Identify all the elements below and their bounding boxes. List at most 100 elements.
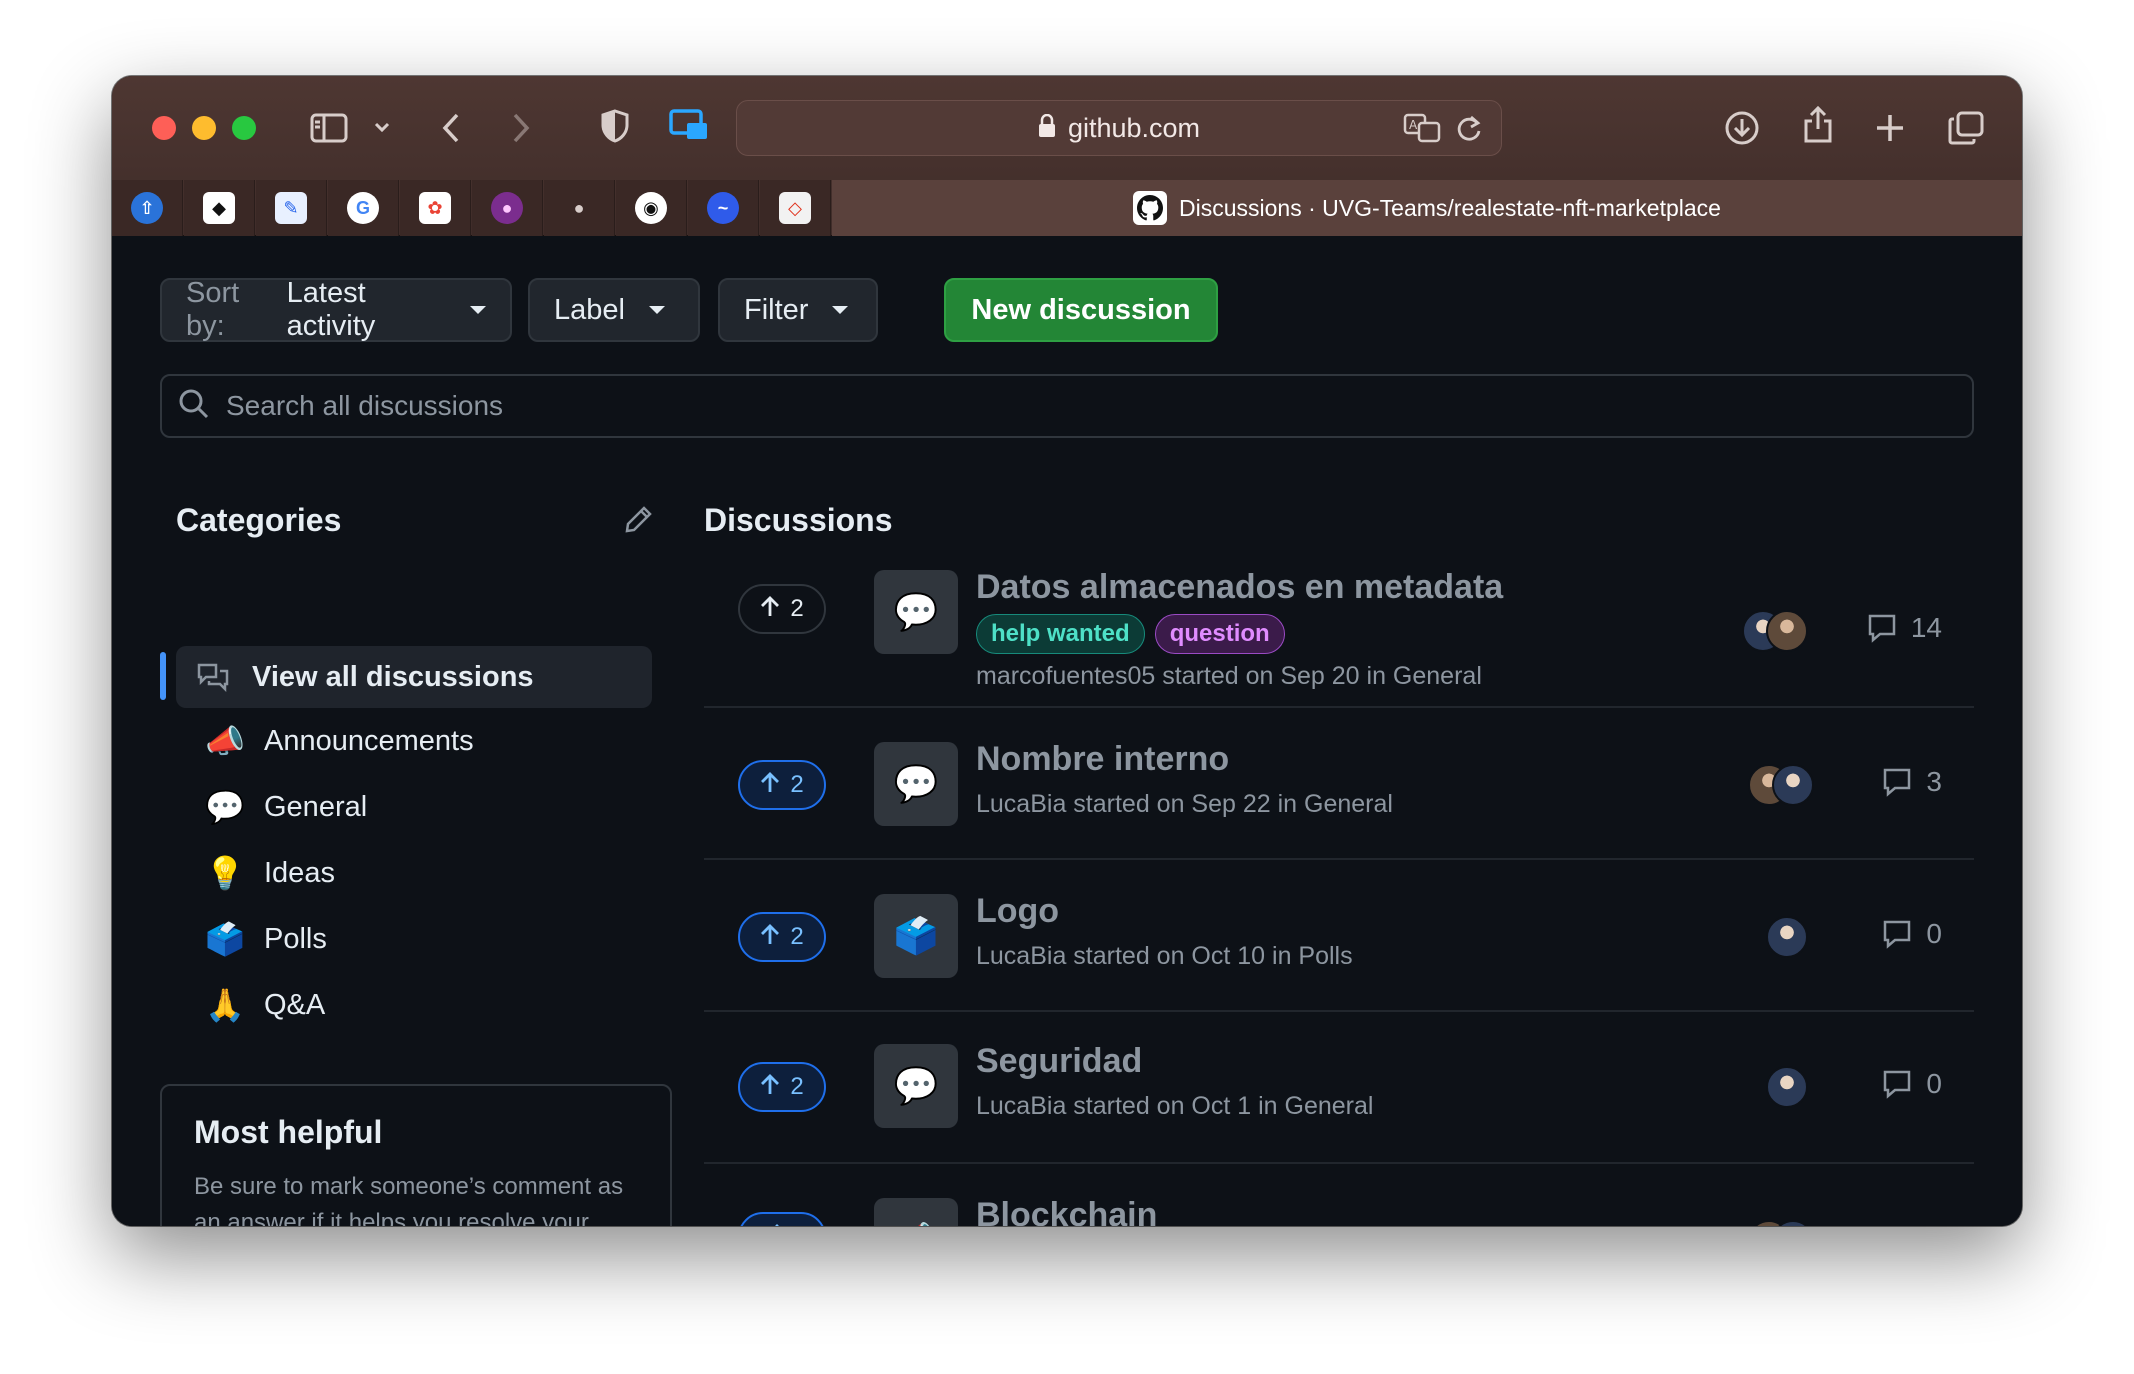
github-icon (1133, 191, 1168, 225)
most-helpful-title: Most helpful (194, 1114, 383, 1150)
caret-down-icon (832, 306, 849, 314)
label-question[interactable]: question (1154, 614, 1285, 654)
avatar[interactable] (1766, 1066, 1808, 1108)
new-tab-icon[interactable] (1872, 106, 1908, 150)
search-input[interactable] (226, 390, 1926, 422)
discussion-title[interactable]: Seguridad (976, 1042, 1142, 1081)
megaphone-icon: 📣 (874, 1198, 958, 1226)
pinned-tab[interactable]: ● (544, 180, 615, 236)
upvote-button[interactable] (738, 1212, 826, 1226)
ballot-box-icon: 🗳️ (205, 921, 245, 957)
discussion-row[interactable]: 2 💬 Nombre interno LucaBia started on Se… (704, 710, 1974, 860)
discussion-title[interactable]: Blockchain (976, 1196, 1157, 1226)
comment-count[interactable]: 14 (1867, 612, 1942, 644)
comment-count[interactable]: 0 (1882, 1068, 1942, 1100)
photos-favicon-icon: ✿ (419, 192, 451, 224)
pinned-tab[interactable]: ✎ (256, 180, 327, 236)
category-label: View all discussions (252, 660, 534, 693)
share-icon[interactable] (1798, 102, 1838, 146)
pinned-tab[interactable]: ◉ (616, 180, 687, 236)
close-window-button[interactable] (152, 116, 176, 140)
messenger-favicon-icon: ~ (707, 192, 739, 224)
upvote-button[interactable]: 2 (738, 760, 826, 810)
vote-count: 2 (790, 771, 804, 798)
svg-text:A: A (1409, 118, 1418, 132)
speech-balloon-icon: 💬 (874, 570, 958, 654)
comment-count-value: 3 (1926, 766, 1942, 797)
active-tab[interactable]: Discussions · UVG-Teams/realestate-nft-m… (832, 180, 2022, 236)
new-discussion-button[interactable]: New discussion (944, 278, 1218, 342)
arrow-up-icon (760, 1073, 780, 1102)
discussion-title[interactable]: Datos almacenados en metadata (976, 568, 1503, 607)
discussion-row[interactable]: 📣 Blockchain (704, 1166, 1974, 1226)
speech-balloon-icon: 💬 (874, 742, 958, 826)
discussion-title[interactable]: Nombre interno (976, 740, 1229, 779)
address-bar[interactable]: github.com A (736, 100, 1502, 156)
back-icon[interactable] (436, 106, 466, 150)
arrow-up-icon (760, 771, 780, 800)
reload-icon[interactable] (1455, 113, 1483, 148)
category-polls[interactable]: 🗳️ Polls (176, 908, 652, 970)
downloads-icon[interactable] (1722, 106, 1762, 150)
arrow-up-icon (760, 923, 780, 952)
category-general[interactable]: 💬 General (176, 776, 652, 838)
chevron-down-icon[interactable] (370, 112, 394, 142)
category-label: Ideas (264, 856, 335, 889)
most-helpful-text: Be sure to mark someone’s comment as an … (194, 1173, 624, 1226)
discussion-row[interactable]: 2 💬 Datos almacenados en metadata help w… (704, 552, 1974, 708)
zoom-window-button[interactable] (232, 116, 256, 140)
comment-count-value: 0 (1926, 1068, 1942, 1099)
screen-mirror-icon[interactable] (668, 104, 710, 148)
comment-count[interactable]: 0 (1882, 918, 1942, 950)
upvote-button[interactable]: 2 (738, 912, 826, 962)
filter-dropdown[interactable]: Filter (718, 278, 878, 342)
category-label: Polls (264, 922, 327, 955)
avatar[interactable] (1766, 610, 1808, 652)
upvote-button[interactable]: 2 (738, 1062, 826, 1112)
avatar[interactable] (1766, 916, 1808, 958)
discussion-row[interactable]: 2 💬 Seguridad LucaBia started on Oct 1 i… (704, 1014, 1974, 1164)
search-bar[interactable] (160, 374, 1974, 438)
apple-favicon-icon: ● (573, 197, 585, 218)
label-button-text: Label (554, 293, 625, 326)
tab-overview-icon[interactable] (1946, 106, 1986, 150)
browser-window: github.com A ⇧ ◆ ✎ G ✿ ● ● ◉ ~ ◇ Discuss… (112, 76, 2022, 1226)
sidebar-toggle-icon[interactable] (306, 106, 352, 150)
filter-button-text: Filter (744, 293, 809, 326)
translate-icon[interactable]: A (1403, 113, 1441, 148)
avatar[interactable] (1772, 764, 1814, 806)
pinned-tab[interactable]: G (328, 180, 399, 236)
pinned-tab[interactable]: ◇ (760, 180, 831, 236)
active-tab-title: Discussions · UVG-Teams/realestate-nft-m… (1179, 194, 1721, 221)
comment-count-value: 0 (1926, 918, 1942, 949)
discussion-row[interactable]: 2 🗳️ Logo LucaBia started on Oct 10 in P… (704, 862, 1974, 1012)
comment-count[interactable]: 3 (1882, 766, 1942, 798)
discussions-title: Discussions (704, 502, 893, 538)
label-help-wanted[interactable]: help wanted (976, 614, 1145, 654)
pinned-tab[interactable]: ● (472, 180, 543, 236)
pinned-tab[interactable]: ⇧ (112, 180, 183, 236)
discussion-meta: LucaBia started on Sep 22 in General (976, 790, 1393, 818)
discussion-title[interactable]: Logo (976, 892, 1059, 931)
category-ideas[interactable]: 💡 Ideas (176, 842, 652, 904)
pinned-tab[interactable]: ~ (688, 180, 759, 236)
category-qa[interactable]: 🙏 Q&A (176, 974, 652, 1036)
caret-down-icon (470, 306, 486, 314)
pencil-icon[interactable] (624, 504, 654, 539)
shield-icon[interactable] (598, 104, 632, 148)
forward-icon[interactable] (506, 106, 536, 150)
minimize-window-button[interactable] (192, 116, 216, 140)
category-label: General (264, 790, 368, 823)
vote-count: 2 (790, 595, 804, 622)
category-announcements[interactable]: 📣 Announcements (176, 710, 652, 772)
pinned-tab[interactable]: ◆ (184, 180, 255, 236)
sort-dropdown[interactable]: Sort by: Latest activity (160, 277, 512, 342)
category-view-all[interactable]: View all discussions (176, 646, 652, 708)
upvote-button[interactable]: 2 (738, 584, 826, 634)
github-favicon-icon: ◉ (635, 192, 667, 224)
label-dropdown[interactable]: Label (528, 278, 700, 342)
discussion-meta: LucaBia started on Oct 1 in General (976, 1092, 1374, 1120)
pinned-tab[interactable]: ✿ (400, 180, 471, 236)
category-label: Announcements (264, 724, 474, 757)
participant-avatars (1742, 610, 1808, 652)
